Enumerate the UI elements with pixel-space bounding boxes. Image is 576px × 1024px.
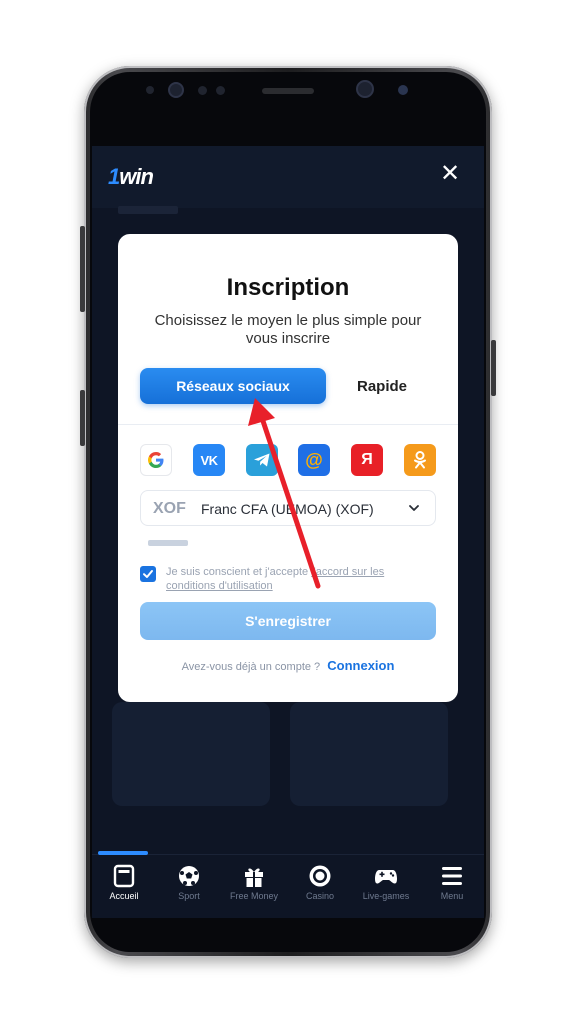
registration-modal: Inscription Choisissez le moyen le plus … <box>118 234 458 702</box>
currency-code: XOF <box>153 500 186 517</box>
nav-label: Live-games <box>362 891 410 901</box>
sensor-dot <box>146 86 154 94</box>
gamepad-icon <box>375 870 397 884</box>
close-button[interactable]: ✕ <box>438 162 462 186</box>
app-header: 1win ✕ <box>92 146 484 208</box>
odnoklassniki-login-button[interactable] <box>404 444 436 476</box>
logo-prefix: 1 <box>108 164 120 189</box>
nav-label: Menu <box>440 891 464 901</box>
odnoklassniki-icon <box>414 451 426 469</box>
nav-item-free-money[interactable]: Free Money <box>222 863 286 913</box>
yandex-login-button[interactable]: Я <box>351 444 383 476</box>
tab-quick[interactable]: Rapide <box>332 368 432 404</box>
vk-login-button[interactable]: VK <box>193 444 225 476</box>
nav-item-casino[interactable]: Casino <box>288 863 352 913</box>
google-login-button[interactable] <box>140 444 172 476</box>
front-camera <box>168 82 184 98</box>
chevron-down-icon <box>409 505 419 511</box>
home-icon <box>113 864 135 888</box>
cropped-field-label <box>148 540 188 546</box>
active-tab-indicator <box>98 851 148 855</box>
login-link[interactable]: Connexion <box>327 658 394 673</box>
vk-icon: VK <box>200 452 218 468</box>
nav-item-menu[interactable]: Menu <box>420 863 484 913</box>
google-icon <box>148 452 164 468</box>
modal-title: Inscription <box>226 274 350 301</box>
login-prompt-row: Avez-vous déjà un compte ? Connexion <box>118 658 458 673</box>
yandex-icon: Я <box>361 451 373 468</box>
social-login-row: VK @ Я <box>140 444 438 476</box>
terms-agreement: Je suis conscient et j'accepte l'accord … <box>140 566 436 596</box>
bottom-navigation: Accueil Sport Free Money Casino Live-gam… <box>92 851 484 918</box>
nav-item-accueil[interactable]: Accueil <box>92 863 156 913</box>
telegram-login-button[interactable] <box>246 444 278 476</box>
tabs-divider <box>118 424 458 425</box>
currency-select[interactable]: XOF Franc CFA (UEMOA) (XOF) <box>140 490 436 526</box>
terms-text: Je suis conscient et j'accepte l'accord … <box>166 565 436 593</box>
nav-label: Free Money <box>229 891 279 901</box>
background-tab-label <box>118 206 178 214</box>
nav-item-live-games[interactable]: Live-games <box>354 863 418 913</box>
nav-item-sport[interactable]: Sport <box>157 863 221 913</box>
nav-label: Accueil <box>109 891 139 901</box>
volume-button <box>80 226 85 312</box>
casino-chip-icon <box>309 865 331 887</box>
currency-name: Franc CFA (UEMOA) (XOF) <box>201 501 374 517</box>
volume-button-lower <box>80 390 85 446</box>
terms-checkbox[interactable] <box>140 566 156 582</box>
earpiece-speaker <box>262 88 314 94</box>
background-game-tile <box>112 702 270 806</box>
logo-text: win <box>119 164 154 189</box>
mail-ru-login-button[interactable]: @ <box>298 444 330 476</box>
hamburger-menu-icon <box>442 867 462 885</box>
sensor-dot <box>216 86 225 95</box>
background-game-tile <box>290 702 448 806</box>
nav-label: Sport <box>178 891 200 901</box>
brand-logo[interactable]: 1win <box>108 164 154 190</box>
tab-social-networks[interactable]: Réseaux sociaux <box>140 368 326 404</box>
power-button <box>491 340 496 396</box>
terms-prefix: Je suis conscient et j'accepte <box>166 566 309 578</box>
iris-scanner <box>356 80 374 98</box>
modal-subtitle: Choisissez le moyen le plus simple pour … <box>154 312 422 347</box>
checkmark-icon <box>143 570 153 578</box>
soccer-ball-icon <box>179 866 199 886</box>
telegram-icon <box>254 453 270 467</box>
gift-icon <box>245 868 263 887</box>
sensor-dot <box>198 86 207 95</box>
nav-label: Casino <box>305 891 334 901</box>
login-prompt: Avez-vous déjà un compte ? <box>181 661 321 673</box>
register-button[interactable]: S'enregistrer <box>140 602 436 640</box>
mail-ru-icon: @ <box>305 449 323 470</box>
sensor-dot <box>398 85 408 95</box>
